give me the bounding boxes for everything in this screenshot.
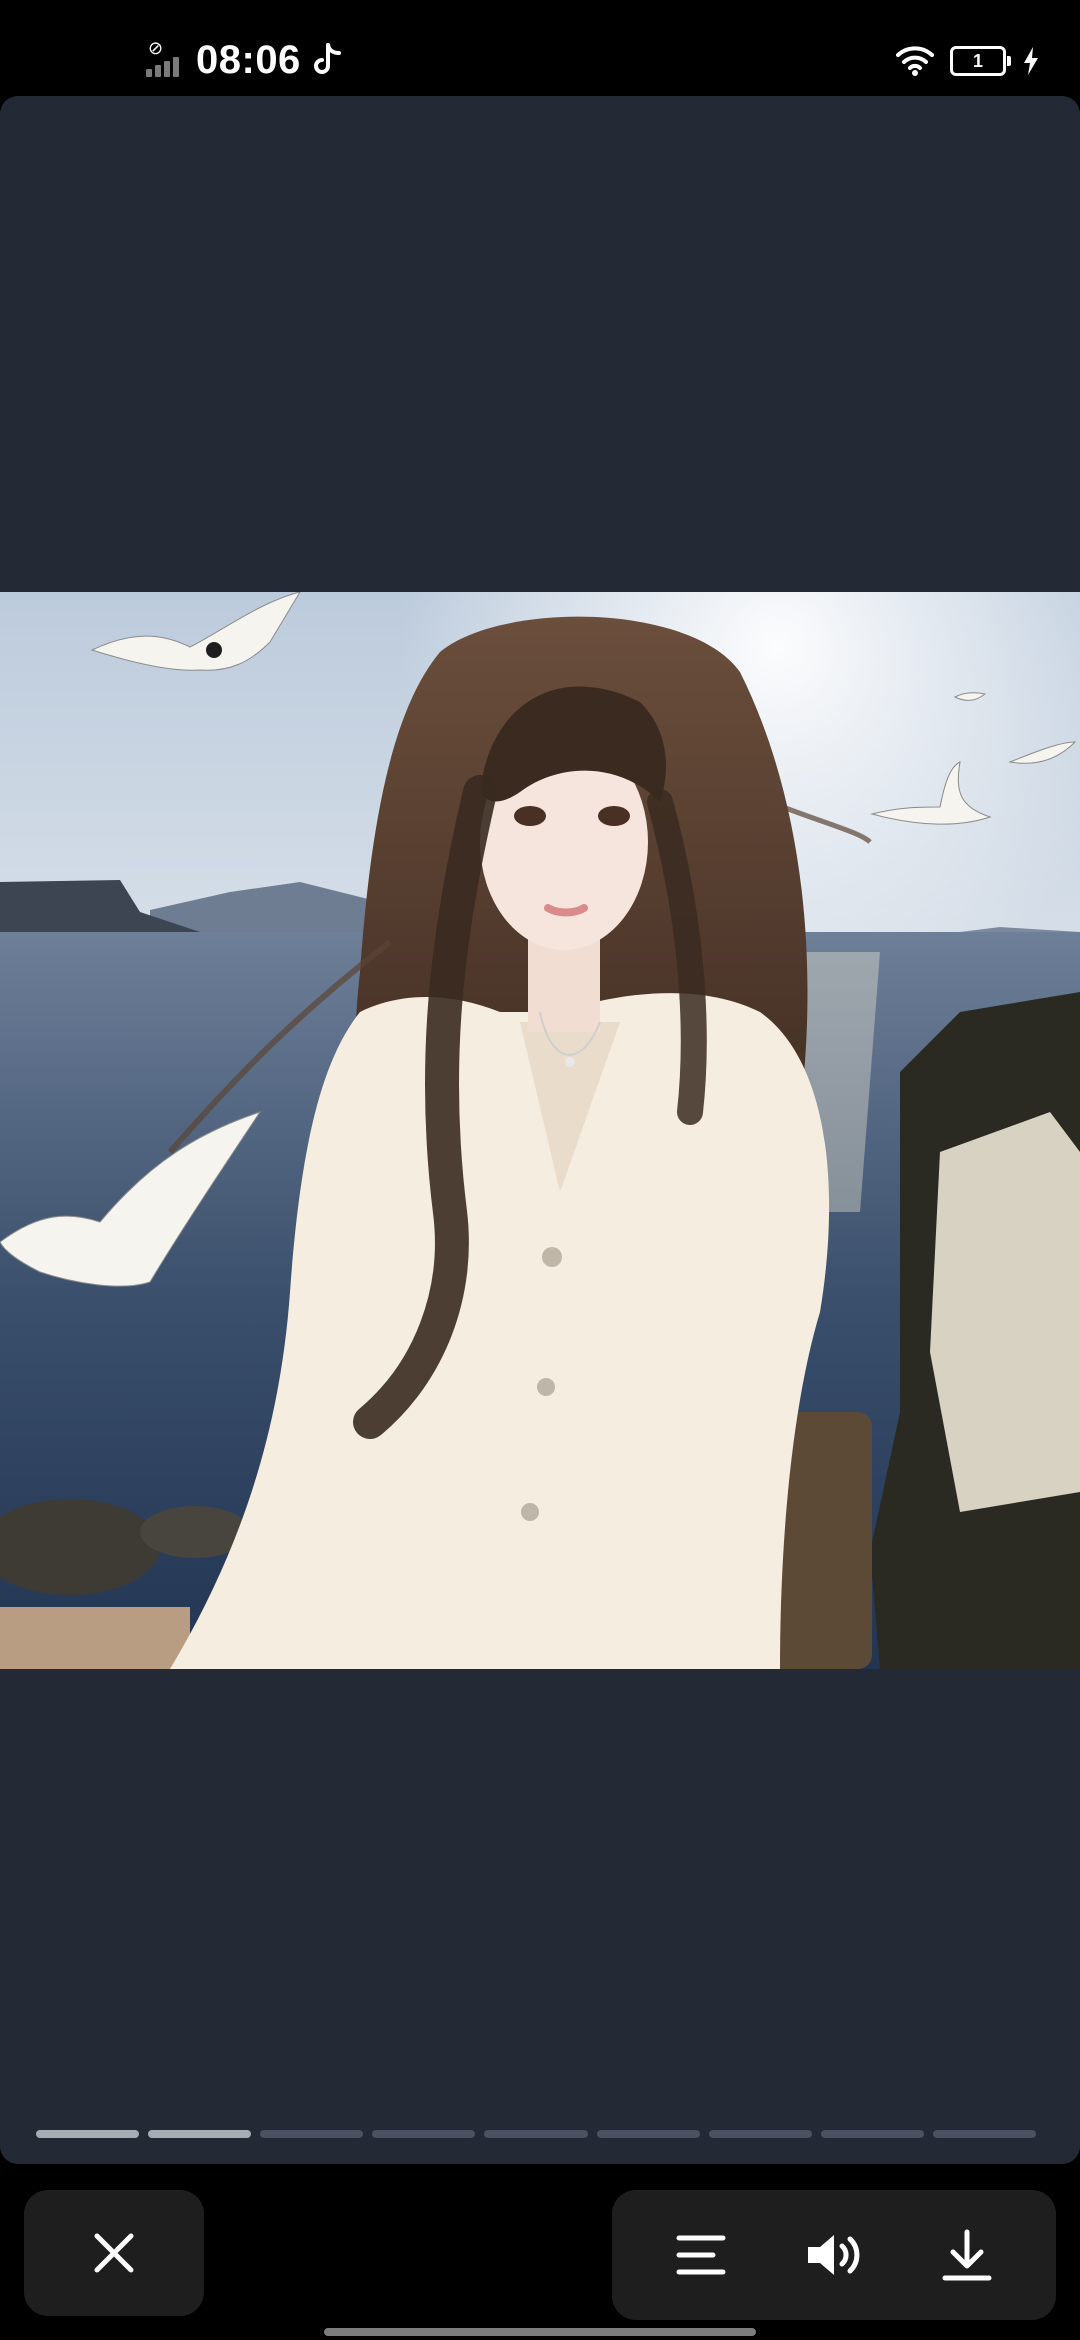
progress-segment (708, 2130, 812, 2138)
progress-segment (932, 2130, 1036, 2138)
charging-icon (1024, 47, 1038, 75)
battery-icon: 1 (950, 46, 1011, 76)
menu-button[interactable] (656, 2210, 746, 2300)
download-icon (942, 2229, 992, 2281)
progress-segment (820, 2130, 924, 2138)
status-right: 1 (896, 36, 1040, 86)
progress-segment (260, 2130, 364, 2138)
volume-button[interactable] (789, 2210, 879, 2300)
progress-segment (372, 2130, 476, 2138)
wifi-icon (896, 46, 934, 76)
image-viewer[interactable] (0, 96, 1080, 2164)
bottom-bar (0, 2176, 1080, 2340)
battery-level: 1 (972, 50, 983, 71)
action-group (612, 2190, 1056, 2320)
progress-segment (148, 2130, 252, 2138)
progress-segment (36, 2130, 140, 2138)
progress-segment (484, 2130, 588, 2138)
download-button[interactable] (922, 2210, 1012, 2300)
tiktok-icon (313, 43, 341, 74)
volume-icon (807, 2235, 860, 2275)
home-indicator[interactable] (324, 2328, 756, 2336)
progress-segment (596, 2130, 700, 2138)
close-button[interactable] (24, 2190, 204, 2316)
menu-icon (676, 2235, 726, 2275)
close-icon (94, 2233, 134, 2273)
status-left: ⊘ 08:06 (146, 30, 343, 90)
photo[interactable] (0, 592, 1080, 1669)
status-bar: ⊘ 08:06 1 (0, 0, 1080, 96)
story-progress (36, 2130, 1036, 2138)
clock: 08:06 (196, 37, 301, 82)
no-sim-signal-icon: ⊘ (146, 39, 184, 81)
